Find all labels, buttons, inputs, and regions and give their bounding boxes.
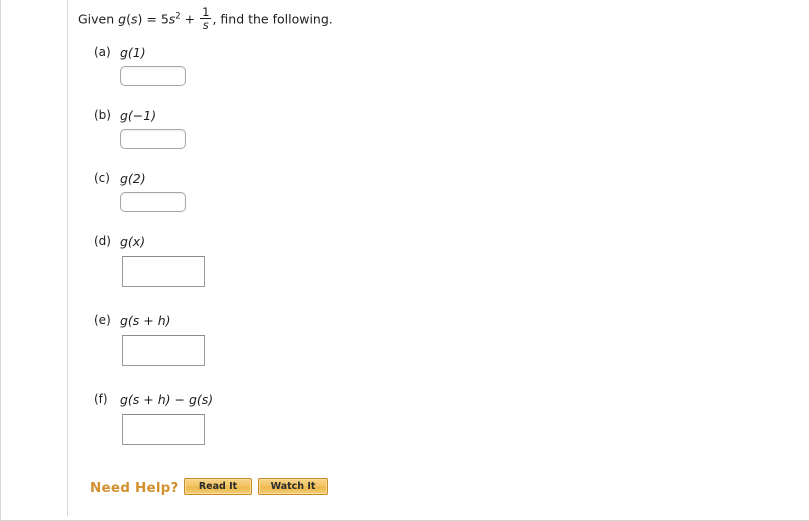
part-e-expression: g(s + h) xyxy=(120,313,171,328)
function-name: g xyxy=(118,11,127,27)
question-panel: Given g(s) = 5s2 + 1s, find the followin… xyxy=(67,0,809,516)
term1-coefficient: 5 xyxy=(160,11,169,27)
part-e-answer-input[interactable] xyxy=(122,335,205,366)
statement-suffix: , find the following. xyxy=(212,11,333,27)
part-e-label: (e) xyxy=(94,313,111,327)
part-b-label: (b) xyxy=(94,108,111,122)
part-b-answer-input[interactable] xyxy=(120,129,186,149)
part-a-expression: g(1) xyxy=(120,45,146,60)
part-f-label: (f) xyxy=(94,392,108,406)
part-c-expression: g(2) xyxy=(120,171,146,186)
part-d-label: (d) xyxy=(94,234,111,248)
part-c-label: (c) xyxy=(94,171,110,185)
equals-sign: = xyxy=(142,11,161,27)
fraction-numerator: 1 xyxy=(202,5,210,19)
worksheet-page: Given g(s) = 5s2 + 1s, find the followin… xyxy=(0,0,809,521)
part-d-expression: g(x) xyxy=(120,234,146,249)
part-f-expression: g(s + h) − g(s) xyxy=(120,392,214,407)
part-b-expression: g(−1) xyxy=(120,108,157,123)
part-f-answer-input[interactable] xyxy=(122,414,205,445)
watch-it-button[interactable]: Watch It xyxy=(258,478,328,495)
part-a-label: (a) xyxy=(94,45,111,59)
read-it-button[interactable]: Read It xyxy=(184,478,252,495)
given-prefix: Given xyxy=(78,11,119,27)
part-c-answer-input[interactable] xyxy=(120,192,186,212)
fraction-denominator: s xyxy=(202,18,209,32)
part-d-answer-input[interactable] xyxy=(122,256,205,287)
plus-sign: + xyxy=(180,11,200,27)
part-a-answer-input[interactable] xyxy=(120,66,186,86)
problem-statement: Given g(s) = 5s2 + 1s, find the followin… xyxy=(78,5,333,32)
need-help-label: Need Help? xyxy=(90,480,179,496)
fraction-one-over-s: 1s xyxy=(200,5,212,32)
